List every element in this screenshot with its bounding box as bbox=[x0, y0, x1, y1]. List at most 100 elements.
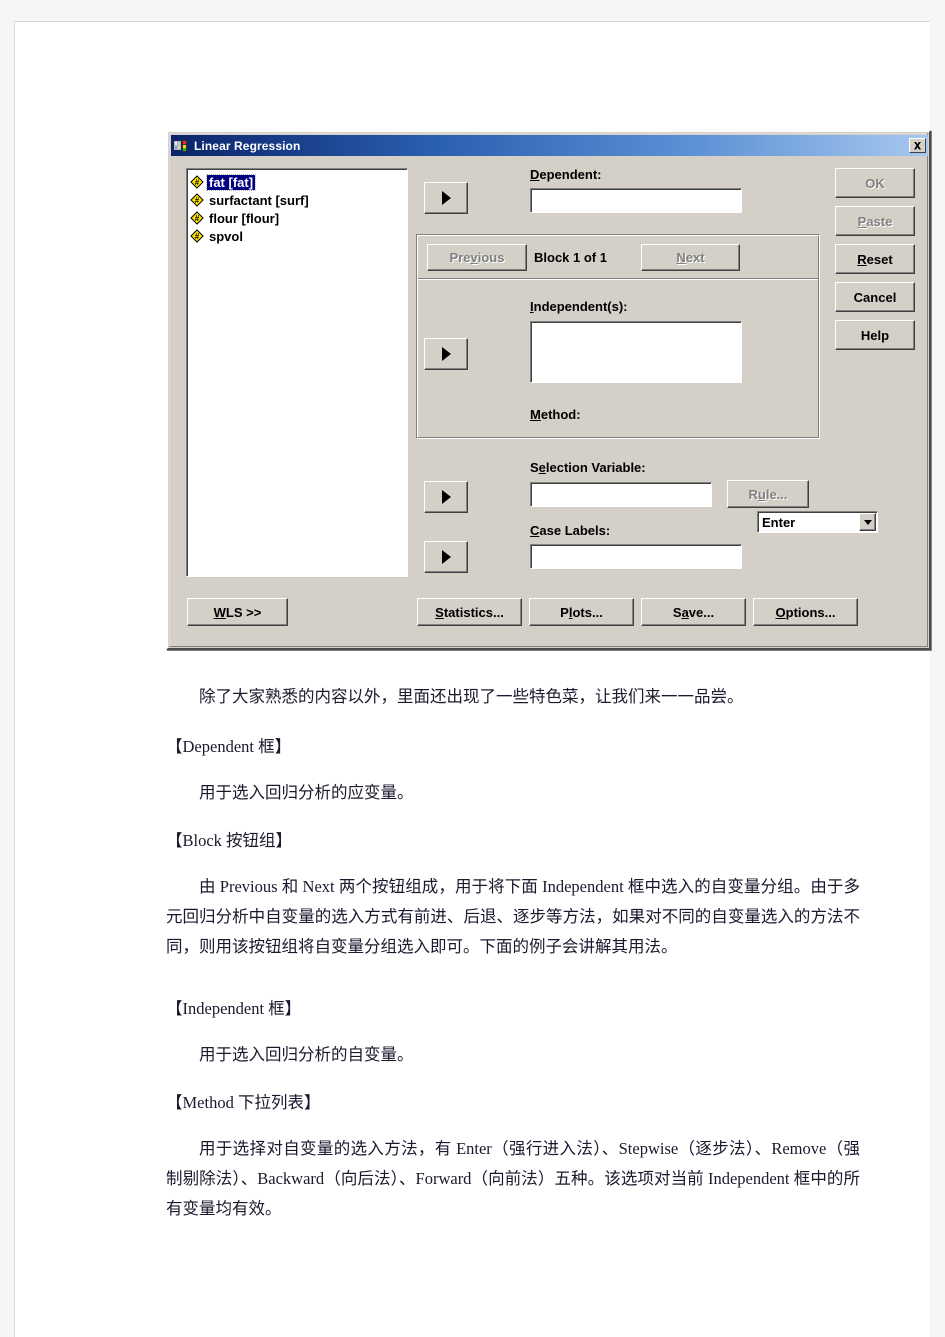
rule-label-post: le... bbox=[765, 486, 788, 502]
paste-label: aste bbox=[866, 213, 893, 229]
case-labels-accel: C bbox=[530, 523, 540, 538]
rule-label-accel: u bbox=[757, 486, 766, 502]
move-to-case-labels-button[interactable] bbox=[424, 541, 468, 573]
list-item[interactable]: # spvol bbox=[190, 227, 405, 245]
statistics-label: tatistics... bbox=[443, 604, 504, 620]
arrow-right-icon bbox=[441, 550, 451, 564]
previous-label-post: ious bbox=[477, 250, 505, 265]
list-item-label: flour [flour] bbox=[209, 210, 280, 226]
rule-button[interactable]: Ru le... bbox=[727, 480, 809, 508]
dialog-title-bar[interactable]: Linear Regression bbox=[171, 135, 928, 156]
method-dropdown[interactable]: Enter bbox=[757, 511, 878, 533]
plots-label-post: ots... bbox=[572, 604, 603, 620]
next-block-button[interactable]: Next bbox=[641, 244, 740, 271]
method-label: Method: bbox=[530, 407, 581, 422]
method-label-rest: ethod: bbox=[540, 407, 581, 422]
method-label-accel: M bbox=[530, 407, 541, 422]
selvar-label-post: lection Variable: bbox=[545, 460, 646, 475]
list-item-label: fat [fat] bbox=[205, 173, 257, 191]
independent-label-rest: ndependent(s): bbox=[533, 299, 628, 314]
paragraph-method: 用于选择对自变量的选入方法，有 Enter（强行进入法）、Stepwise（逐步… bbox=[166, 1139, 860, 1218]
options-label: ptions... bbox=[785, 604, 836, 620]
dependent-label-rest: ependent: bbox=[539, 167, 602, 182]
previous-label-pre: Pre bbox=[449, 250, 471, 265]
svg-text:#: # bbox=[195, 232, 200, 241]
document-page: Linear Regression # fat [fat] # surfacta… bbox=[14, 21, 931, 1337]
heading-method: 【Method 下拉列表】 bbox=[166, 1093, 321, 1112]
block-status-label: Block 1 of 1 bbox=[534, 250, 607, 265]
list-item-label: surfactant [surf] bbox=[209, 192, 309, 208]
save-label-pre: S bbox=[672, 604, 682, 620]
reset-button[interactable]: Reset bbox=[835, 244, 915, 274]
groupbox-divider bbox=[418, 278, 818, 280]
list-item[interactable]: # surfactant [surf] bbox=[190, 191, 405, 209]
move-to-dependent-button[interactable] bbox=[424, 182, 468, 214]
move-to-independent-button[interactable] bbox=[424, 338, 468, 370]
case-labels-input[interactable] bbox=[530, 544, 742, 569]
heading-independent: 【Independent 框】 bbox=[166, 999, 302, 1018]
numeric-variable-icon: # bbox=[190, 175, 204, 189]
statistics-button[interactable]: Statistics... bbox=[417, 598, 522, 626]
dependent-label-accel: D bbox=[530, 167, 540, 182]
options-accel: O bbox=[775, 604, 786, 620]
save-label-post: ve... bbox=[688, 604, 715, 620]
plots-button[interactable]: Pl ots... bbox=[529, 598, 634, 626]
selvar-label-accel: e bbox=[538, 460, 546, 475]
statistics-accel: S bbox=[435, 604, 444, 620]
selvar-label-pre: S bbox=[530, 460, 539, 475]
save-button[interactable]: Sa ve... bbox=[641, 598, 746, 626]
heading-dependent: 【Dependent 框】 bbox=[166, 737, 292, 756]
wls-button[interactable]: W LS >> bbox=[187, 598, 288, 626]
numeric-variable-icon: # bbox=[190, 229, 204, 243]
dependent-input[interactable] bbox=[530, 188, 742, 213]
arrow-right-icon bbox=[441, 347, 451, 361]
previous-block-button[interactable]: Pre v ious bbox=[427, 244, 527, 271]
variable-list[interactable]: # fat [fat] # surfactant [surf] # flour … bbox=[186, 168, 408, 577]
arrow-right-icon bbox=[441, 191, 451, 205]
ok-label: OK bbox=[865, 175, 885, 191]
cancel-button[interactable]: Cancel bbox=[835, 282, 915, 312]
selection-variable-label: Selection Variable: bbox=[530, 460, 646, 475]
svg-text:#: # bbox=[195, 214, 200, 223]
wls-label: LS >> bbox=[225, 604, 262, 620]
previous-label-accel: v bbox=[470, 250, 478, 265]
spss-icon bbox=[174, 139, 189, 153]
selection-variable-input[interactable] bbox=[530, 482, 712, 507]
dependent-label: Dependent: bbox=[530, 167, 602, 182]
arrow-right-icon bbox=[441, 490, 451, 504]
reset-label: eset bbox=[866, 251, 893, 267]
chevron-down-icon[interactable] bbox=[859, 513, 876, 531]
svg-text:#: # bbox=[195, 196, 200, 205]
rule-label-pre: R bbox=[748, 486, 758, 502]
cancel-label: Cancel bbox=[853, 289, 897, 305]
plots-label-pre: P bbox=[560, 604, 569, 620]
close-icon[interactable] bbox=[909, 138, 926, 153]
help-label: Help bbox=[860, 327, 890, 343]
options-button[interactable]: Options... bbox=[753, 598, 858, 626]
case-labels-label: Case Labels: bbox=[530, 523, 610, 538]
paste-button[interactable]: Paste bbox=[835, 206, 915, 236]
independent-label: Independent(s): bbox=[530, 299, 628, 314]
save-accel: a bbox=[681, 604, 689, 620]
case-labels-rest: ase Labels: bbox=[539, 523, 611, 538]
method-selected-value: Enter bbox=[762, 514, 796, 530]
paragraph-dependent: 用于选入回归分析的应变量。 bbox=[199, 783, 414, 802]
ok-button[interactable]: OK bbox=[835, 168, 915, 198]
paragraph-independent: 用于选入回归分析的自变量。 bbox=[199, 1045, 414, 1064]
svg-text:#: # bbox=[195, 178, 200, 187]
list-item[interactable]: # fat [fat] bbox=[190, 173, 405, 191]
list-item[interactable]: # flour [flour] bbox=[190, 209, 405, 227]
reset-accel: R bbox=[857, 251, 867, 267]
paragraph-block: 由 Previous 和 Next 两个按钮组成，用于将下面 Independe… bbox=[166, 877, 860, 956]
numeric-variable-icon: # bbox=[190, 211, 204, 225]
linear-regression-dialog: Linear Regression # fat [fat] # surfacta… bbox=[166, 130, 931, 650]
help-button[interactable]: Help bbox=[835, 320, 915, 350]
paste-accel: P bbox=[857, 213, 867, 229]
list-item-label: spvol bbox=[209, 228, 243, 244]
heading-block: 【Block 按钮组】 bbox=[166, 831, 293, 850]
next-label-accel: N bbox=[676, 250, 686, 265]
numeric-variable-icon: # bbox=[190, 193, 204, 207]
move-to-selection-variable-button[interactable] bbox=[424, 481, 468, 513]
dialog-title: Linear Regression bbox=[194, 138, 301, 153]
independent-input[interactable] bbox=[530, 321, 742, 383]
